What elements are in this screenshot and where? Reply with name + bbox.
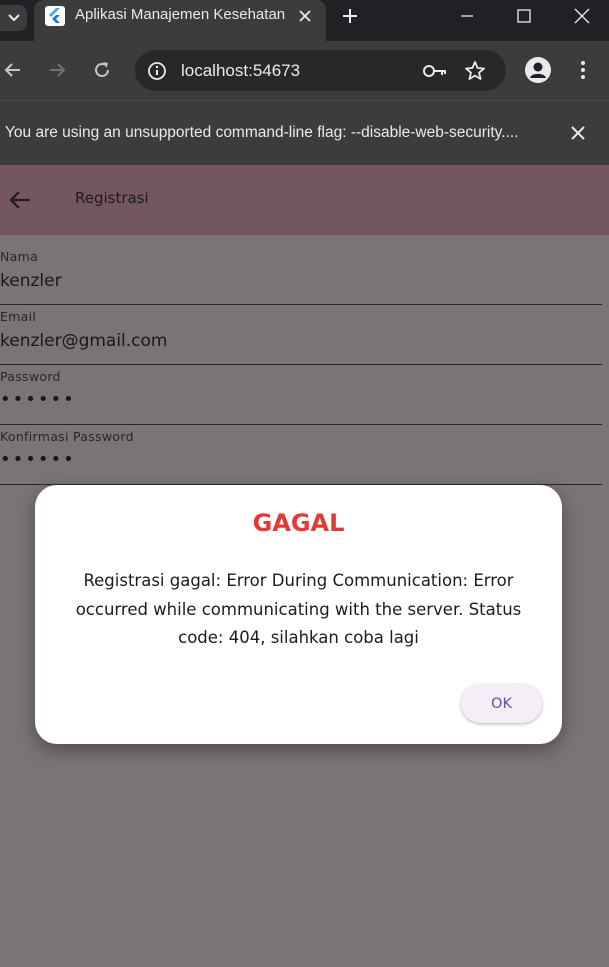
infobar-message: You are using an unsupported command-lin… <box>5 124 519 141</box>
site-info-icon[interactable] <box>146 60 168 82</box>
address-bar[interactable]: localhost:54673 <box>135 50 506 91</box>
maximize-icon[interactable] <box>514 6 534 26</box>
browser-tab-strip: Aplikasi Manajemen Kesehatan <box>0 0 609 41</box>
forward-arrow-icon[interactable] <box>46 59 68 81</box>
name-field[interactable]: Nama kenzler <box>0 245 602 305</box>
back-arrow-icon[interactable] <box>2 59 24 81</box>
tab-search-button[interactable] <box>0 5 27 31</box>
minimize-icon[interactable] <box>457 6 477 26</box>
password-field[interactable]: Password •••••• <box>0 365 602 425</box>
close-tab-icon[interactable] <box>296 6 314 26</box>
page-title: Registrasi <box>75 189 149 207</box>
chevron-down-icon <box>7 14 20 22</box>
browser-toolbar: localhost:54673 <box>0 41 609 100</box>
field-value: kenzler@gmail.com <box>0 331 168 351</box>
browser-tab[interactable]: Aplikasi Manajemen Kesehatan <box>34 0 326 41</box>
bookmark-star-icon[interactable] <box>463 59 487 83</box>
email-field[interactable]: Email kenzler@gmail.com <box>0 305 602 365</box>
error-dialog: GAGAL Registrasi gagal: Error During Com… <box>35 485 562 744</box>
password-key-icon[interactable] <box>422 60 448 82</box>
field-value: •••••• <box>0 389 76 410</box>
dialog-message: Registrasi gagal: Error During Communica… <box>75 571 522 647</box>
field-label: Nama <box>0 249 39 264</box>
flutter-icon <box>45 6 65 26</box>
field-label: Email <box>0 309 37 324</box>
field-label: Konfirmasi Password <box>0 429 134 444</box>
field-value: kenzler <box>0 271 62 291</box>
more-menu-icon[interactable] <box>572 58 594 82</box>
close-window-icon[interactable] <box>572 6 592 26</box>
app-bar: Registrasi <box>0 165 609 235</box>
tab-title: Aplikasi Manajemen Kesehatan <box>75 6 286 23</box>
profile-avatar-icon[interactable] <box>525 57 551 83</box>
screen: Aplikasi Manajemen Kesehatan localhost:5… <box>0 0 609 967</box>
back-arrow-icon[interactable] <box>7 188 33 212</box>
close-icon[interactable] <box>569 124 587 142</box>
new-tab-icon[interactable] <box>340 6 360 26</box>
field-value: •••••• <box>0 449 76 470</box>
dialog-title: GAGAL <box>252 509 345 537</box>
url-text: localhost:54673 <box>181 61 301 80</box>
confirm-password-field[interactable]: Konfirmasi Password •••••• <box>0 425 602 485</box>
warning-infobar: You are using an unsupported command-lin… <box>0 100 609 165</box>
reload-icon[interactable] <box>91 59 113 81</box>
ok-button[interactable]: OK <box>461 684 542 723</box>
field-label: Password <box>0 369 61 384</box>
